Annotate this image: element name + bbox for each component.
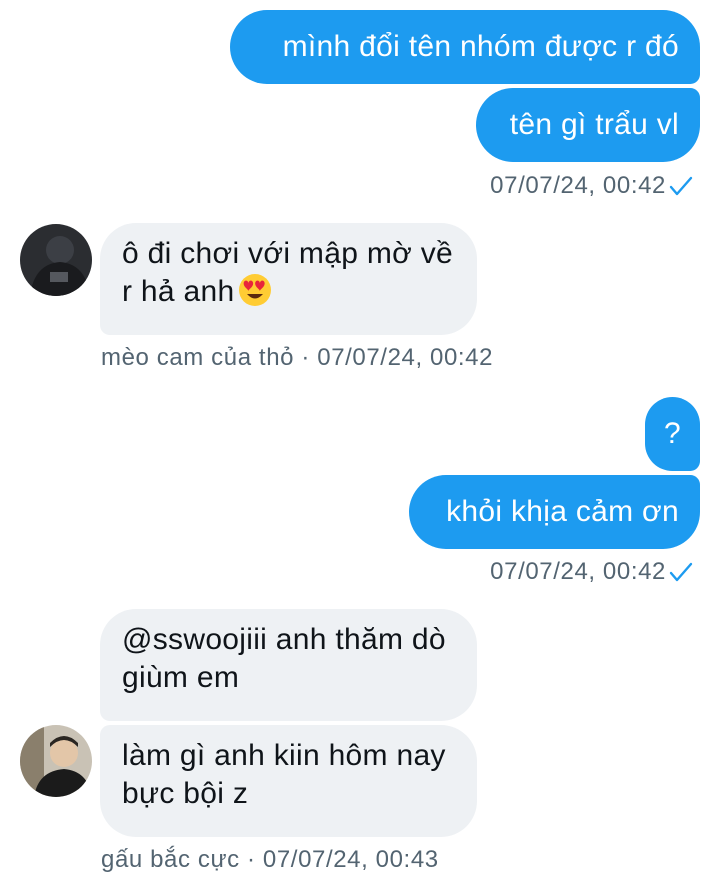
sender-name[interactable]: mèo cam của thỏ [101, 344, 294, 371]
avatar[interactable] [20, 224, 92, 296]
message-text: mình đổi tên nhóm được r đó [282, 30, 679, 63]
message-meta: mèo cam của thỏ · 07/07/24, 00:42 [101, 344, 493, 372]
separator: · [247, 846, 256, 873]
checkmark-icon [669, 562, 693, 582]
message-meta: gấu bắc cực · 07/07/24, 00:43 [101, 846, 439, 874]
message-text: làm gì anh kiin hôm nay bực bội z [122, 739, 446, 810]
incoming-message[interactable]: làm gì anh kiin hôm nay bực bội z [100, 725, 477, 837]
message-text: ? [664, 417, 681, 450]
outgoing-message[interactable]: ? [645, 397, 700, 471]
avatar-image [20, 224, 92, 296]
message-text: khỏi khịa cảm ơn [446, 495, 679, 528]
checkmark-icon [669, 176, 693, 196]
outgoing-message[interactable]: mình đổi tên nhóm được r đó [230, 10, 700, 84]
message-meta: 07/07/24, 00:42 [490, 556, 693, 588]
avatar-image [20, 725, 92, 797]
incoming-message[interactable]: ô đi chơi với mập mờ về r hả anh [100, 223, 477, 335]
timestamp: 07/07/24, 00:42 [317, 344, 494, 371]
incoming-message[interactable]: @sswoojiii anh thăm dò giùm em [100, 609, 477, 721]
timestamp: 07/07/24, 00:42 [490, 558, 666, 585]
separator: · [301, 344, 310, 371]
message-text: ô đi chơi với mập mờ về r hả anh [122, 237, 454, 308]
message-text: tên gì trẩu vl [509, 108, 679, 141]
timestamp: 07/07/24, 00:42 [490, 172, 666, 199]
message-meta: 07/07/24, 00:42 [490, 170, 693, 202]
heart-eyes-emoji-icon [239, 274, 272, 306]
avatar[interactable] [20, 725, 92, 797]
timestamp: 07/07/24, 00:43 [262, 846, 439, 873]
sender-name[interactable]: gấu bắc cực [101, 846, 240, 873]
message-text: @sswoojiii anh thăm dò giùm em [122, 623, 446, 694]
outgoing-message[interactable]: khỏi khịa cảm ơn [409, 475, 700, 549]
outgoing-message[interactable]: tên gì trẩu vl [476, 88, 700, 162]
